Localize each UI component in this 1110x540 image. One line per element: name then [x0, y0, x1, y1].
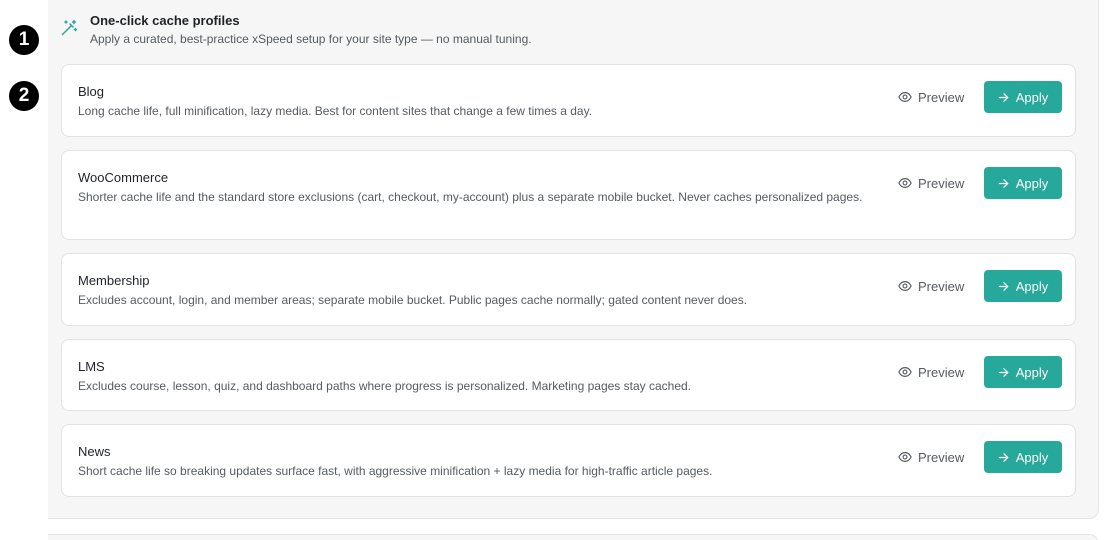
profile-card-membership: Membership Excludes account, login, and … [61, 253, 1076, 326]
apply-label: Apply [1015, 449, 1049, 465]
profile-name: LMS [78, 359, 105, 374]
section-header: One-click cache profiles Apply a curated… [60, 12, 1060, 52]
preview-label: Preview [918, 364, 965, 380]
profile-name: Blog [78, 84, 105, 99]
section-title: One-click cache profiles [90, 13, 240, 28]
profile-card-news: News Short cache life so breaking update… [61, 424, 1076, 497]
arrow-right-icon [998, 92, 1009, 102]
step-badge-2: 2 [9, 81, 39, 111]
preview-woocommerce-button[interactable]: Preview [898, 167, 972, 199]
profile-description: Excludes course, lesson, quiz, and dashb… [78, 379, 692, 393]
next-panel-edge [48, 534, 1099, 540]
apply-blog-button[interactable]: Apply [984, 81, 1062, 113]
profile-name: WooCommerce [78, 170, 169, 185]
profile-description: Short cache life so breaking updates sur… [78, 464, 713, 478]
profile-name: News [78, 444, 111, 459]
screen: 1 2 One-click cache profiles Apply a cur… [0, 0, 1110, 540]
apply-news-button[interactable]: Apply [984, 441, 1062, 473]
arrow-right-icon [998, 452, 1009, 462]
profile-description: Long cache life, full minification, lazy… [78, 104, 593, 118]
step-badge-1: 1 [9, 25, 39, 55]
eye-icon [898, 178, 912, 188]
magic-wand-icon [60, 19, 78, 37]
section-subtitle: Apply a curated, best-practice xSpeed se… [90, 32, 532, 46]
preview-label: Preview [918, 89, 965, 105]
preview-label: Preview [918, 449, 965, 465]
preview-blog-button[interactable]: Preview [898, 81, 972, 113]
eye-icon [898, 452, 912, 462]
profile-card-woocommerce: WooCommerce Shorter cache life and the s… [61, 150, 1076, 240]
apply-label: Apply [1015, 278, 1049, 294]
eye-icon [898, 281, 912, 291]
arrow-right-icon [998, 178, 1009, 188]
profile-card-blog: Blog Long cache life, full minification,… [61, 64, 1076, 137]
profile-description: Excludes account, login, and member area… [78, 293, 748, 307]
eye-icon [898, 367, 912, 377]
preview-label: Preview [918, 278, 965, 294]
apply-label: Apply [1015, 364, 1049, 380]
arrow-right-icon [998, 281, 1009, 291]
preview-lms-button[interactable]: Preview [898, 356, 972, 388]
eye-icon [898, 92, 912, 102]
preview-label: Preview [918, 175, 965, 191]
profile-card-lms: LMS Excludes course, lesson, quiz, and d… [61, 339, 1076, 411]
apply-label: Apply [1015, 89, 1049, 105]
preview-news-button[interactable]: Preview [898, 441, 972, 473]
profile-description: Shorter cache life and the standard stor… [78, 190, 863, 204]
apply-membership-button[interactable]: Apply [984, 270, 1062, 302]
preview-membership-button[interactable]: Preview [898, 270, 972, 302]
arrow-right-icon [998, 367, 1009, 377]
apply-label: Apply [1015, 175, 1049, 191]
apply-woocommerce-button[interactable]: Apply [984, 167, 1062, 199]
apply-lms-button[interactable]: Apply [984, 356, 1062, 388]
profile-name: Membership [78, 273, 150, 288]
